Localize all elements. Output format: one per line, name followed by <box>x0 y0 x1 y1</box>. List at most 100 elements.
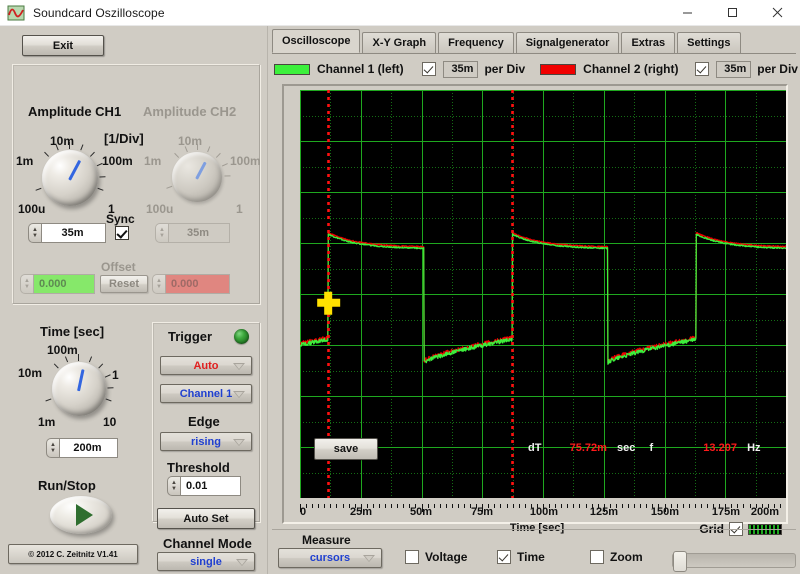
trigger-edge-value: rising <box>191 435 221 448</box>
offset-ch2-spinner[interactable]: ▲ ▼ <box>152 274 165 294</box>
offset-ch1-spinner[interactable]: ▲ ▼ <box>20 274 33 294</box>
channel-1-per-div-value[interactable]: 35m <box>442 60 479 78</box>
trigger-threshold-control[interactable]: ▲ ▼ 0.01 <box>167 476 241 496</box>
amplitude-ch1-knob[interactable]: 10m 1m 100m 100u 1 <box>16 126 133 226</box>
measure-title: Measure <box>302 533 351 547</box>
time-spinner[interactable]: ▲ ▼ <box>46 438 59 458</box>
tab-frequency[interactable]: Frequency <box>438 32 514 53</box>
cursor-marker-arm <box>331 298 341 307</box>
maximize-button[interactable] <box>710 0 755 25</box>
time-value-control[interactable]: ▲ ▼ 200m <box>46 438 118 458</box>
amplitude-ch2-knob[interactable]: 10m 1m 100m 100u 1 <box>144 126 261 226</box>
knob-ch1-body[interactable] <box>42 150 98 206</box>
channel-2-per-div-value[interactable]: 35m <box>715 60 752 78</box>
offset-ch2-value[interactable]: 0.000 <box>165 274 230 294</box>
auto-set-button[interactable]: Auto Set <box>157 508 255 529</box>
amplitude-ch2-value[interactable]: 35m <box>168 223 230 243</box>
run-stop-label: Run/Stop <box>38 478 96 493</box>
tab-xy-graph[interactable]: X-Y Graph <box>362 32 437 53</box>
threshold-spinner[interactable]: ▲ ▼ <box>167 476 180 496</box>
copyright-label: © 2012 C. Zeitnitz V1.41 <box>8 544 138 564</box>
zoom-slider[interactable] <box>672 551 796 572</box>
trigger-led <box>234 329 249 344</box>
knob-ch2-tickmark <box>174 152 180 158</box>
channel-bar: Channel 1 (left) 35m per Div Channel 2 (… <box>274 57 798 81</box>
x-tick-label: 0 <box>299 506 307 518</box>
offset-reset-button[interactable]: Reset <box>100 275 148 293</box>
knob-time-tick-100m: 100m <box>47 343 78 357</box>
time-knob[interactable]: 100m 10m 1 1m 10 <box>10 338 130 438</box>
knob-ch1-tick-10m: 10m <box>50 134 75 148</box>
knob-time-tickmark <box>45 398 52 402</box>
trigger-edge-combo[interactable]: rising <box>160 432 252 451</box>
trigger-threshold-value[interactable]: 0.01 <box>180 476 241 496</box>
knob-time-tickmark <box>88 356 93 363</box>
tab-signalgenerator[interactable]: Signalgenerator <box>515 32 620 53</box>
offset-ch1-control[interactable]: ▲ ▼ 0.000 <box>20 274 95 294</box>
knob-ch1-tick-100m: 100m <box>102 154 133 168</box>
trigger-threshold-label: Threshold <box>167 460 230 475</box>
control-panel: Exit Amplitude CH1 Amplitude CH2 [1/Div]… <box>0 26 268 574</box>
knob-ch2-tickmark <box>221 163 228 167</box>
knob-ch2-tickmark <box>224 175 231 177</box>
scope-frame: dT 75.72m sec f 13.207 Hz save 0 25m 50m… <box>282 84 788 536</box>
amplitude-ch2-spinner[interactable]: ▲ ▼ <box>155 223 168 243</box>
offset-ch2-control[interactable]: ▲ ▼ 0.000 <box>152 274 230 294</box>
minimize-button[interactable] <box>665 0 710 25</box>
amplitude-ch1-spinner[interactable]: ▲ ▼ <box>28 223 41 243</box>
measure-option-zoom[interactable]: Zoom <box>590 550 643 564</box>
knob-ch2-tick-1m: 1m <box>144 154 162 168</box>
trigger-source-value: Channel 1 <box>179 387 233 400</box>
dt-readout: dT 75.72m sec f 13.207 Hz <box>528 442 761 454</box>
trigger-mode-combo[interactable]: Auto <box>160 356 252 375</box>
offset-ch1-value[interactable]: 0.000 <box>33 274 95 294</box>
tab-settings[interactable]: Settings <box>677 32 741 53</box>
save-button[interactable]: save <box>314 438 378 460</box>
knob-time-tickmark <box>78 354 79 361</box>
amplitude-ch1-value[interactable]: 35m <box>41 223 106 243</box>
scope-plot[interactable]: dT 75.72m sec f 13.207 Hz save <box>300 90 786 498</box>
freq-unit: Hz <box>747 442 761 454</box>
knob-ch1-tickmark <box>35 187 42 191</box>
trigger-title: Trigger <box>168 329 213 344</box>
knob-ch2-tickmark <box>215 152 221 158</box>
channel-mode-combo[interactable]: single <box>157 552 255 571</box>
amplitude-ch1-value-control[interactable]: ▲ ▼ 35m <box>28 223 106 243</box>
channel-1-enable-checkbox[interactable] <box>421 62 436 76</box>
knob-ch2-body[interactable] <box>172 152 222 202</box>
tab-oscilloscope[interactable]: Oscilloscope <box>272 29 361 53</box>
channel-2-enable-checkbox[interactable] <box>694 62 709 76</box>
voltage-checkbox[interactable] <box>405 550 419 564</box>
measure-mode-combo[interactable]: cursors <box>278 548 382 568</box>
chevron-down-icon <box>363 555 375 562</box>
exit-button[interactable]: Exit <box>22 35 104 56</box>
measure-option-voltage[interactable]: Voltage <box>405 550 467 564</box>
app-icon <box>7 4 25 22</box>
run-stop-button[interactable] <box>50 496 112 534</box>
amplitude-ch2-title: Amplitude CH2 <box>143 104 237 119</box>
measure-option-time[interactable]: Time <box>497 550 545 564</box>
time-value[interactable]: 200m <box>59 438 118 458</box>
time-checkbox[interactable] <box>497 550 511 564</box>
knob-time-tickmark <box>104 374 111 378</box>
tab-extras[interactable]: Extras <box>621 32 676 53</box>
knob-time-tick-10m: 10m <box>18 366 43 380</box>
waveform-canvas <box>300 90 786 498</box>
knob-time-tick-1: 1 <box>112 368 119 382</box>
knob-ch1-tickmark <box>80 144 84 151</box>
body-area: Exit Amplitude CH1 Amplitude CH2 [1/Div]… <box>0 26 800 574</box>
freq-label: f <box>649 442 654 454</box>
knob-ch2-tickmark <box>166 185 173 189</box>
channel-1-per-div-label: per Div <box>484 62 526 76</box>
close-button[interactable] <box>755 0 800 25</box>
spinner-down-icon: ▼ <box>24 284 30 290</box>
dt-unit: sec <box>617 442 636 454</box>
knob-time-body[interactable] <box>52 362 106 416</box>
amplitude-ch2-value-control[interactable]: ▲ ▼ 35m <box>155 223 230 243</box>
zoom-checkbox[interactable] <box>590 550 604 564</box>
measure-bar: Measure cursors Voltage Time Zoom <box>272 529 796 573</box>
sync-checkbox[interactable] <box>115 226 129 240</box>
knob-time-tickmark <box>107 387 114 389</box>
trigger-source-combo[interactable]: Channel 1 <box>160 384 252 403</box>
zoom-slider-thumb[interactable] <box>673 551 687 572</box>
